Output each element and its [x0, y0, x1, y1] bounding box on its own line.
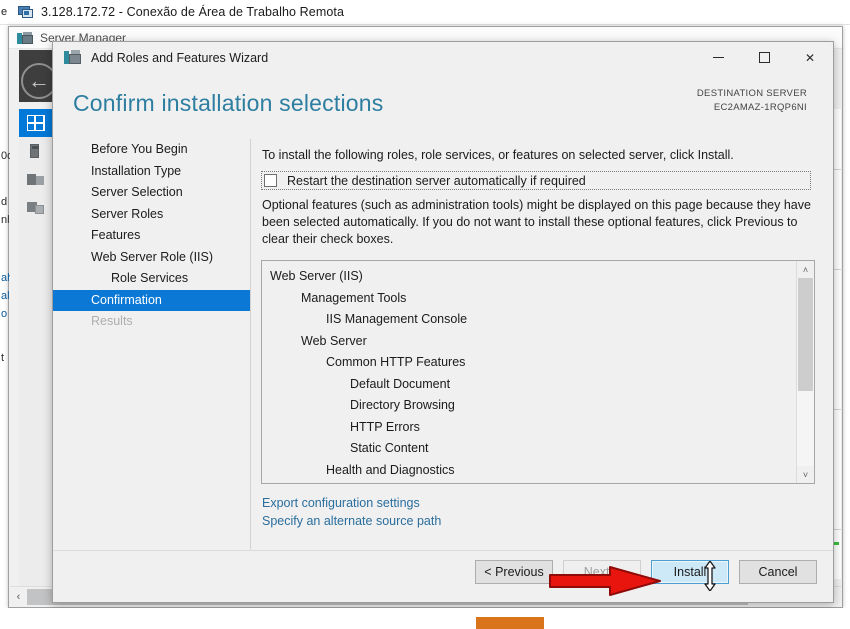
scroll-track[interactable] [797, 278, 814, 466]
minimize-button[interactable] [695, 42, 741, 73]
bg-text-fragment-2: d [1, 196, 8, 208]
install-instruction-text: To install the following roles, role ser… [262, 148, 734, 162]
restart-checkbox[interactable] [264, 174, 277, 187]
cancel-button[interactable]: Cancel [739, 560, 817, 584]
server-tower-icon [27, 143, 45, 159]
export-configuration-settings-link[interactable]: Export configuration settings [262, 495, 441, 513]
selections-list: Web Server (IIS) Management Tools IIS Ma… [262, 261, 796, 483]
window-controls: ✕ [695, 42, 833, 73]
list-item[interactable]: IIS Management Console [270, 310, 796, 332]
nav-item-role-services[interactable]: Role Services [53, 268, 250, 290]
destination-server-info: DESTINATION SERVER EC2AMAZ-1RQP6NI [697, 87, 807, 115]
nav-item-results: Results [91, 314, 133, 328]
next-button: Next > [563, 560, 641, 584]
bg-text-fragment-6: o [1, 308, 8, 320]
list-item[interactable]: Management Tools [270, 289, 796, 311]
multiple-servers-icon [27, 171, 45, 187]
list-item[interactable]: Common HTTP Features [270, 353, 796, 375]
destination-server-value: EC2AMAZ-1RQP6NI [713, 102, 807, 113]
add-roles-wizard-dialog[interactable]: Add Roles and Features Wizard ✕ Confirm … [52, 41, 834, 603]
minimize-icon [712, 57, 724, 58]
rdp-title: 3.128.172.72 - Conexão de Área de Trabal… [41, 5, 345, 19]
dashboard-grid-icon [27, 115, 45, 131]
wizard-header: Confirm installation selections DESTINAT… [53, 73, 833, 139]
optional-features-note: Optional features (such as administratio… [262, 198, 811, 246]
maximize-icon [758, 52, 770, 63]
nav-item-features[interactable]: Features [53, 225, 250, 247]
bg-text-fragment-7: t [1, 352, 5, 364]
wizard-roles-icon [64, 50, 82, 65]
nav-item-before-you-begin[interactable]: Before You Begin [53, 139, 250, 161]
nav-item-installation-type[interactable]: Installation Type [53, 161, 250, 183]
list-item[interactable]: Web Server [270, 332, 796, 354]
nav-item-confirmation[interactable]: Confirmation [53, 289, 250, 311]
hscroll-left-arrow-icon[interactable]: ‹ [10, 588, 27, 606]
list-item[interactable]: HTTP Errors [270, 418, 796, 440]
list-item[interactable]: Static Content [270, 439, 796, 461]
restart-checkbox-label: Restart the destination server automatic… [287, 173, 586, 188]
wizard-button-bar: < Previous Next > Install Cancel [475, 560, 817, 584]
scroll-thumb[interactable] [798, 278, 813, 391]
remote-desktop-icon [18, 5, 34, 19]
file-services-icon [27, 199, 45, 215]
bg-text-fragment-3: nl [1, 214, 10, 226]
nav-item-server-roles[interactable]: Server Roles [53, 204, 250, 226]
wizard-titlebar[interactable]: Add Roles and Features Wizard ✕ [53, 42, 833, 73]
specify-alternate-source-path-link[interactable]: Specify an alternate source path [262, 513, 441, 531]
list-item[interactable]: Web Server (IIS) [270, 267, 796, 289]
page-title: Confirm installation selections [73, 90, 384, 116]
desktop-bottom-area [0, 608, 850, 629]
nav-item-web-server-role-iis[interactable]: Web Server Role (IIS) [53, 247, 250, 269]
selections-listbox[interactable]: Web Server (IIS) Management Tools IIS Ma… [261, 260, 815, 484]
scroll-down-arrow-icon[interactable]: ˅ [797, 466, 814, 483]
previous-button[interactable]: < Previous [475, 560, 553, 584]
destination-server-label: DESTINATION SERVER [696, 88, 807, 99]
rdp-left-edge-fragment: e [1, 6, 8, 18]
install-button[interactable]: Install [651, 560, 729, 584]
restart-checkbox-row[interactable]: Restart the destination server automatic… [261, 171, 811, 190]
rdp-titlebar: e 3.128.172.72 - Conexão de Área de Trab… [0, 0, 850, 25]
wizard-title: Add Roles and Features Wizard [91, 50, 269, 65]
scroll-up-arrow-icon[interactable]: ˄ [797, 261, 814, 278]
bg-text-fragment-5: al [1, 290, 10, 302]
list-item[interactable]: HTTP Logging [270, 482, 796, 483]
list-item[interactable]: Health and Diagnostics [270, 461, 796, 483]
maximize-button[interactable] [741, 42, 787, 73]
close-button[interactable]: ✕ [787, 42, 833, 73]
wizard-body: Before You Begin Installation Type Serve… [53, 139, 833, 550]
selections-vscrollbar[interactable]: ˄ ˅ [796, 261, 814, 483]
bg-text-fragment-4: ah [1, 272, 10, 284]
wizard-links: Export configuration settings Specify an… [262, 495, 441, 530]
wizard-main-content: To install the following roles, role ser… [252, 139, 833, 550]
nav-item-server-selection[interactable]: Server Selection [53, 182, 250, 204]
wizard-step-nav: Before You Begin Installation Type Serve… [53, 139, 251, 550]
wizard-footer: < Previous Next > Install Cancel [53, 550, 833, 602]
list-item[interactable]: Default Document [270, 375, 796, 397]
server-manager-icon [17, 31, 34, 45]
bg-text-fragment-1: 0d [1, 150, 10, 162]
taskbar-active-item[interactable] [476, 617, 544, 629]
list-item[interactable]: Directory Browsing [270, 396, 796, 418]
